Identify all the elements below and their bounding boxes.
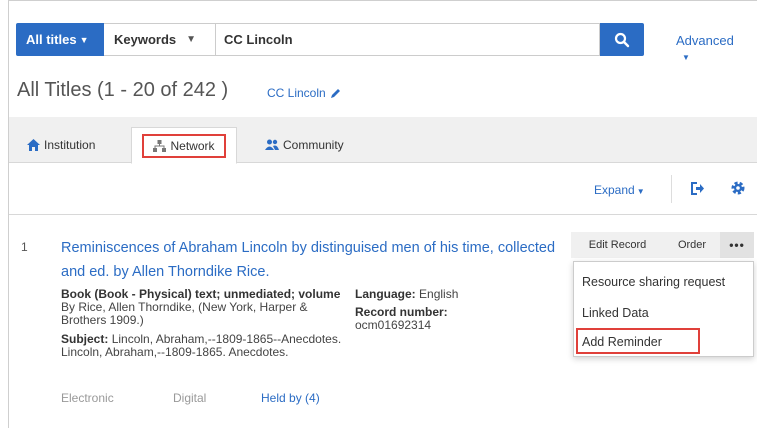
page-title: All Titles (1 - 20 of 242 ) — [17, 79, 229, 101]
tab-bar: Institution Network Community — [9, 117, 757, 164]
language-value: English — [419, 287, 459, 301]
record-number-value: ocm01692314 — [355, 318, 432, 332]
toolbar-divider — [671, 175, 672, 203]
chevron-down-icon: ▼ — [186, 34, 197, 45]
record-language: Language: English — [355, 288, 535, 301]
gear-icon[interactable] — [730, 180, 746, 196]
menu-item-add-reminder[interactable]: Add Reminder — [582, 335, 662, 349]
availability-electronic: Electronic — [61, 391, 114, 405]
scope-dropdown[interactable]: All titles ▼ — [16, 23, 104, 56]
search-input[interactable] — [216, 23, 600, 56]
results-toolbar: Expand ▼ — [9, 163, 757, 215]
advanced-caret-icon[interactable]: ▼ — [682, 53, 690, 62]
record-subject: Subject: Lincoln, Abraham,--1809-1865--A… — [61, 333, 343, 359]
tab-network[interactable]: Network — [131, 127, 237, 164]
home-icon — [27, 139, 40, 151]
tab-label: Institution — [44, 138, 96, 152]
subject-label: Subject: — [61, 332, 109, 346]
record-type: Book (Book - Physical) text; unmediated;… — [61, 288, 343, 327]
expand-label: Expand — [594, 183, 635, 197]
more-actions-button[interactable]: ••• — [720, 232, 754, 258]
app-frame: All titles ▼ Keywords ▼ Advanced ▼ All T… — [8, 0, 757, 428]
caret-down-icon: ▼ — [636, 187, 645, 196]
type-label: Book (Book - Physical) text; unmediated;… — [61, 287, 341, 301]
record-actions: Edit Record Order ••• — [571, 232, 754, 258]
saved-query-link[interactable]: CC Lincoln — [267, 86, 342, 100]
caret-down-icon: ▼ — [79, 34, 89, 45]
record-number-label: Record number: — [355, 305, 448, 319]
tab-community[interactable]: Community — [255, 127, 354, 163]
field-label: Keywords — [114, 32, 177, 47]
tab-label: Community — [283, 138, 344, 152]
search-bar: All titles ▼ Keywords ▼ — [16, 23, 644, 56]
query-link-label: CC Lincoln — [267, 86, 326, 100]
highlight-box — [142, 134, 226, 158]
more-actions-menu: Resource sharing request Linked Data Add… — [573, 261, 754, 357]
search-icon — [614, 32, 630, 47]
scope-label: All titles — [26, 32, 77, 47]
record-number-field: Record number: ocm01692314 — [355, 306, 535, 332]
record-number: 1 — [21, 240, 28, 254]
type-value: By Rice, Allen Thorndike, (New York, Har… — [61, 300, 308, 327]
advanced-search-link[interactable]: Advanced — [676, 33, 734, 48]
pencil-icon[interactable] — [329, 87, 342, 100]
menu-item-resource-sharing[interactable]: Resource sharing request — [582, 275, 725, 289]
search-button[interactable] — [600, 23, 644, 56]
expand-dropdown[interactable]: Expand ▼ — [594, 183, 645, 197]
held-by-link[interactable]: Held by (4) — [261, 391, 320, 405]
tab-institution[interactable]: Institution — [17, 127, 105, 163]
record-title-link[interactable]: Reminiscences of Abraham Lincoln by dist… — [61, 236, 561, 284]
users-icon — [265, 139, 279, 150]
edit-record-button[interactable]: Edit Record — [571, 232, 664, 258]
availability-digital: Digital — [173, 391, 207, 405]
language-label: Language: — [355, 287, 416, 301]
field-select[interactable]: Keywords ▼ — [104, 23, 216, 56]
order-button[interactable]: Order — [664, 232, 720, 258]
menu-item-linked-data[interactable]: Linked Data — [582, 306, 649, 320]
export-icon[interactable] — [689, 181, 705, 196]
